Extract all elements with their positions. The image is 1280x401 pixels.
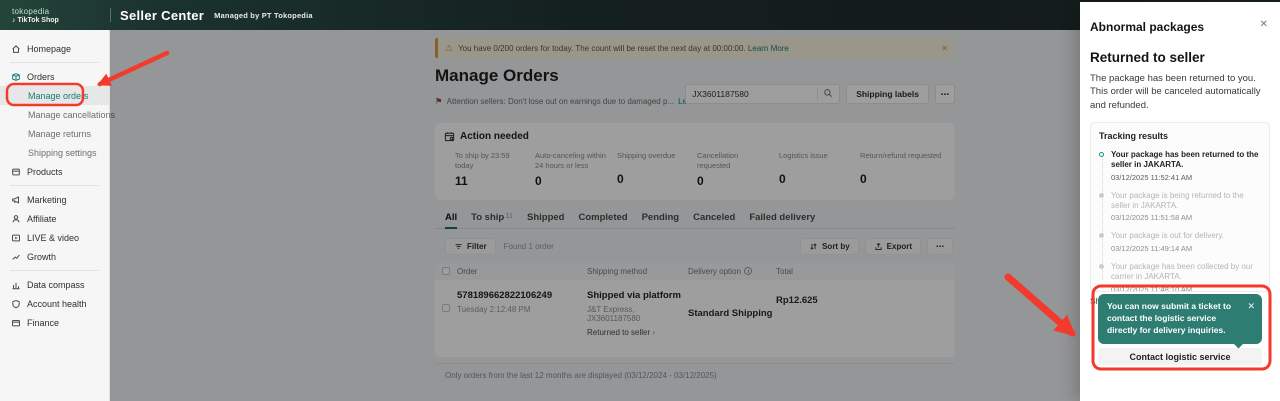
tracking-timeline: Your package has been returned to the se…: [1099, 150, 1261, 292]
managed-by-label: Managed by PT Tokopedia: [214, 11, 313, 20]
sidebar-item-growth[interactable]: Growth: [0, 247, 109, 266]
timeline-dot: [1099, 193, 1104, 198]
sidebar-item-manage-orders[interactable]: Manage orders: [0, 86, 109, 105]
sidebar-divider: [10, 62, 99, 63]
tiktok-shop-logo: ♪ TikTok Shop: [12, 17, 110, 24]
topbar-divider: [110, 8, 111, 22]
sidebar-item-shipping-settings[interactable]: Shipping settings: [0, 143, 109, 162]
timeline-dot-active: [1099, 152, 1104, 157]
contact-logistic-service-button[interactable]: Contact logistic service: [1098, 348, 1262, 365]
home-icon: [11, 44, 21, 54]
megaphone-icon: [11, 195, 21, 205]
growth-chart-icon: [11, 252, 21, 262]
bar-chart-icon: [11, 280, 21, 290]
panel-close-icon[interactable]: ✕: [1260, 19, 1268, 30]
tracking-results-card: Tracking results Your package has been r…: [1090, 122, 1270, 292]
sidebar-item-manage-returns[interactable]: Manage returns: [0, 124, 109, 143]
timeline-dot: [1099, 264, 1104, 269]
panel-heading: Returned to seller: [1090, 50, 1270, 65]
panel-title: Abnormal packages: [1090, 20, 1270, 34]
modal-dim-overlay: [110, 30, 1080, 401]
sidebar-item-live-video[interactable]: LIVE & video: [0, 228, 109, 247]
tooltip-close-icon[interactable]: ✕: [1247, 301, 1255, 312]
app-window: tokopedia ♪ TikTok Shop Seller Center Ma…: [0, 0, 1280, 401]
panel-description: The package has been returned to you. Th…: [1090, 72, 1270, 112]
play-screen-icon: [11, 233, 21, 243]
person-icon: [11, 214, 21, 224]
card-icon: [11, 318, 21, 328]
sidebar-item-products[interactable]: Products: [0, 162, 109, 181]
tracking-event: Your package has been returned to the se…: [1099, 150, 1261, 182]
abnormal-packages-panel: ✕ Abnormal packages Returned to seller T…: [1080, 2, 1280, 401]
sidebar-item-affiliate[interactable]: Affiliate: [0, 209, 109, 228]
tracking-event: Your package is out for delivery. 03/12/…: [1099, 231, 1261, 252]
sidebar-item-marketing[interactable]: Marketing: [0, 190, 109, 209]
sidebar-divider: [10, 185, 99, 186]
products-icon: [11, 167, 21, 177]
sidebar-divider: [10, 270, 99, 271]
sidebar-item-account-health[interactable]: Account health: [0, 294, 109, 313]
sidebar-item-finance[interactable]: Finance: [0, 313, 109, 332]
timeline-dot: [1099, 233, 1104, 238]
shield-icon: [11, 299, 21, 309]
tooltip-text: You can now submit a ticket to contact t…: [1107, 301, 1244, 337]
tracking-event: Your package has been collected by our c…: [1099, 262, 1261, 292]
sidebar-item-manage-cancellations[interactable]: Manage cancellations: [0, 105, 109, 124]
tokopedia-logo: tokopedia: [12, 7, 110, 16]
orders-box-icon: [11, 72, 21, 82]
app-title: Seller Center: [120, 8, 204, 23]
sidebar: Homepage Orders Manage orders Manage can…: [0, 30, 110, 401]
tooltip-caret: [1234, 338, 1244, 348]
tracking-event: Your package is being returned to the se…: [1099, 191, 1261, 223]
sidebar-item-data-compass[interactable]: Data compass: [0, 275, 109, 294]
sidebar-item-orders[interactable]: Orders: [0, 67, 109, 86]
sidebar-item-homepage[interactable]: Homepage: [0, 39, 109, 58]
brand-logos: tokopedia ♪ TikTok Shop: [0, 7, 110, 24]
tracking-results-title: Tracking results: [1099, 131, 1261, 141]
logistic-service-tooltip: You can now submit a ticket to contact t…: [1098, 294, 1262, 344]
